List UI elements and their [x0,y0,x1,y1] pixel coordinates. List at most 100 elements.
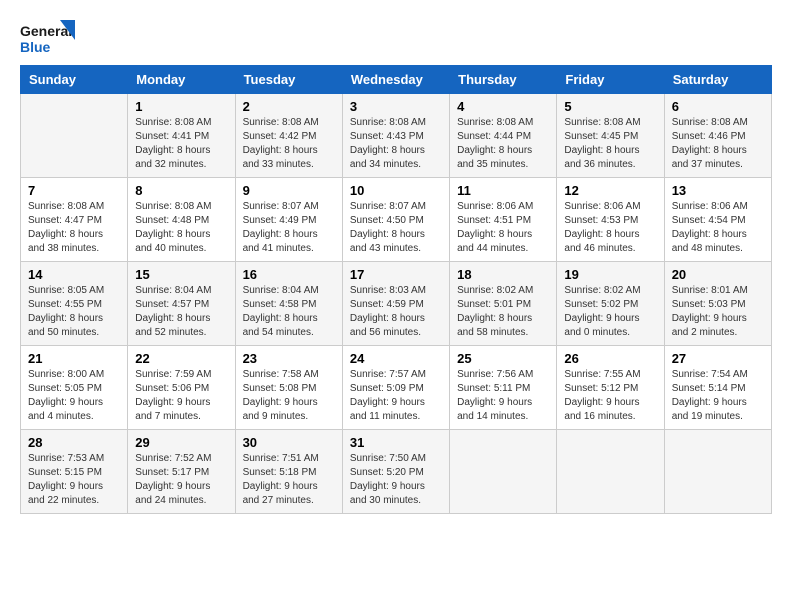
week-row-2: 7 Sunrise: 8:08 AM Sunset: 4:47 PM Daylig… [21,178,772,262]
day-number: 10 [350,183,442,198]
weekday-header-row: SundayMondayTuesdayWednesdayThursdayFrid… [21,66,772,94]
week-row-3: 14 Sunrise: 8:05 AM Sunset: 4:55 PM Dayli… [21,262,772,346]
day-info: Sunrise: 8:02 AM Sunset: 5:01 PM Dayligh… [457,284,549,340]
day-number: 24 [350,351,442,366]
day-info: Sunrise: 7:56 AM Sunset: 5:11 PM Dayligh… [457,368,549,424]
day-number: 16 [243,267,335,282]
day-info: Sunrise: 8:08 AM Sunset: 4:46 PM Dayligh… [672,116,764,172]
day-cell: 21 Sunrise: 8:00 AM Sunset: 5:05 PM Dayli… [21,346,128,430]
day-info: Sunrise: 8:04 AM Sunset: 4:57 PM Dayligh… [135,284,227,340]
day-number: 14 [28,267,120,282]
day-number: 6 [672,99,764,114]
day-number: 26 [564,351,656,366]
day-cell: 27 Sunrise: 7:54 AM Sunset: 5:14 PM Dayli… [664,346,771,430]
day-cell: 14 Sunrise: 8:05 AM Sunset: 4:55 PM Dayli… [21,262,128,346]
day-cell: 26 Sunrise: 7:55 AM Sunset: 5:12 PM Dayli… [557,346,664,430]
day-number: 17 [350,267,442,282]
day-number: 13 [672,183,764,198]
day-cell [664,430,771,514]
day-cell: 25 Sunrise: 7:56 AM Sunset: 5:11 PM Dayli… [450,346,557,430]
day-cell: 29 Sunrise: 7:52 AM Sunset: 5:17 PM Dayli… [128,430,235,514]
day-info: Sunrise: 8:08 AM Sunset: 4:43 PM Dayligh… [350,116,442,172]
day-cell: 15 Sunrise: 8:04 AM Sunset: 4:57 PM Dayli… [128,262,235,346]
day-number: 15 [135,267,227,282]
svg-text:Blue: Blue [20,39,51,55]
day-cell: 8 Sunrise: 8:08 AM Sunset: 4:48 PM Daylig… [128,178,235,262]
day-cell: 7 Sunrise: 8:08 AM Sunset: 4:47 PM Daylig… [21,178,128,262]
logo: GeneralBlue [20,20,75,55]
day-info: Sunrise: 8:00 AM Sunset: 5:05 PM Dayligh… [28,368,120,424]
day-number: 11 [457,183,549,198]
weekday-header-monday: Monday [128,66,235,94]
weekday-header-wednesday: Wednesday [342,66,449,94]
day-cell: 3 Sunrise: 8:08 AM Sunset: 4:43 PM Daylig… [342,94,449,178]
calendar-table: SundayMondayTuesdayWednesdayThursdayFrid… [20,65,772,514]
day-cell: 17 Sunrise: 8:03 AM Sunset: 4:59 PM Dayli… [342,262,449,346]
day-info: Sunrise: 7:55 AM Sunset: 5:12 PM Dayligh… [564,368,656,424]
day-cell: 30 Sunrise: 7:51 AM Sunset: 5:18 PM Dayli… [235,430,342,514]
day-cell [557,430,664,514]
weekday-header-sunday: Sunday [21,66,128,94]
day-cell [21,94,128,178]
day-info: Sunrise: 8:08 AM Sunset: 4:47 PM Dayligh… [28,200,120,256]
day-info: Sunrise: 8:05 AM Sunset: 4:55 PM Dayligh… [28,284,120,340]
day-cell: 23Sunrise: 7:58 AM Sunset: 5:08 PM Dayli… [235,346,342,430]
day-info: Sunrise: 8:02 AM Sunset: 5:02 PM Dayligh… [564,284,656,340]
weekday-header-tuesday: Tuesday [235,66,342,94]
day-cell: 28 Sunrise: 7:53 AM Sunset: 5:15 PM Dayli… [21,430,128,514]
day-info: Sunrise: 7:50 AM Sunset: 5:20 PM Dayligh… [350,452,442,508]
day-number: 30 [243,435,335,450]
day-info: Sunrise: 7:51 AM Sunset: 5:18 PM Dayligh… [243,452,335,508]
day-info: Sunrise: 7:57 AM Sunset: 5:09 PM Dayligh… [350,368,442,424]
weekday-header-friday: Friday [557,66,664,94]
day-number: 18 [457,267,549,282]
day-info: Sunrise: 8:06 AM Sunset: 4:53 PM Dayligh… [564,200,656,256]
week-row-5: 28 Sunrise: 7:53 AM Sunset: 5:15 PM Dayli… [21,430,772,514]
day-info: Sunrise: 7:53 AM Sunset: 5:15 PM Dayligh… [28,452,120,508]
day-number: 27 [672,351,764,366]
day-info: Sunrise: 8:01 AM Sunset: 5:03 PM Dayligh… [672,284,764,340]
day-number: 29 [135,435,227,450]
day-number: 21 [28,351,120,366]
day-cell: 13Sunrise: 8:06 AM Sunset: 4:54 PM Dayli… [664,178,771,262]
day-cell: 4Sunrise: 8:08 AM Sunset: 4:44 PM Daylig… [450,94,557,178]
day-cell: 31Sunrise: 7:50 AM Sunset: 5:20 PM Dayli… [342,430,449,514]
weekday-header-thursday: Thursday [450,66,557,94]
day-info: Sunrise: 8:08 AM Sunset: 4:41 PM Dayligh… [135,116,227,172]
day-number: 20 [672,267,764,282]
day-number: 3 [350,99,442,114]
day-number: 28 [28,435,120,450]
day-cell: 5Sunrise: 8:08 AM Sunset: 4:45 PM Daylig… [557,94,664,178]
day-number: 25 [457,351,549,366]
day-cell: 24 Sunrise: 7:57 AM Sunset: 5:09 PM Dayli… [342,346,449,430]
day-number: 5 [564,99,656,114]
day-info: Sunrise: 8:06 AM Sunset: 4:51 PM Dayligh… [457,200,549,256]
day-number: 1 [135,99,227,114]
day-cell: 1 Sunrise: 8:08 AM Sunset: 4:41 PM Daylig… [128,94,235,178]
day-number: 7 [28,183,120,198]
day-cell: 22Sunrise: 7:59 AM Sunset: 5:06 PM Dayli… [128,346,235,430]
day-info: Sunrise: 8:07 AM Sunset: 4:50 PM Dayligh… [350,200,442,256]
day-cell: 11 Sunrise: 8:06 AM Sunset: 4:51 PM Dayli… [450,178,557,262]
logo-svg: GeneralBlue [20,20,75,55]
week-row-4: 21 Sunrise: 8:00 AM Sunset: 5:05 PM Dayli… [21,346,772,430]
day-info: Sunrise: 7:54 AM Sunset: 5:14 PM Dayligh… [672,368,764,424]
day-cell: 10 Sunrise: 8:07 AM Sunset: 4:50 PM Dayli… [342,178,449,262]
day-cell [450,430,557,514]
day-cell: 18 Sunrise: 8:02 AM Sunset: 5:01 PM Dayli… [450,262,557,346]
day-number: 8 [135,183,227,198]
day-info: Sunrise: 7:52 AM Sunset: 5:17 PM Dayligh… [135,452,227,508]
day-number: 22 [135,351,227,366]
day-info: Sunrise: 8:04 AM Sunset: 4:58 PM Dayligh… [243,284,335,340]
day-cell: 12Sunrise: 8:06 AM Sunset: 4:53 PM Dayli… [557,178,664,262]
day-info: Sunrise: 7:58 AM Sunset: 5:08 PM Dayligh… [243,368,335,424]
day-cell: 6 Sunrise: 8:08 AM Sunset: 4:46 PM Daylig… [664,94,771,178]
page-header: GeneralBlue [20,20,772,55]
day-info: Sunrise: 8:08 AM Sunset: 4:44 PM Dayligh… [457,116,549,172]
day-number: 19 [564,267,656,282]
day-info: Sunrise: 8:03 AM Sunset: 4:59 PM Dayligh… [350,284,442,340]
day-cell: 2Sunrise: 8:08 AM Sunset: 4:42 PM Daylig… [235,94,342,178]
day-info: Sunrise: 8:08 AM Sunset: 4:48 PM Dayligh… [135,200,227,256]
day-info: Sunrise: 8:08 AM Sunset: 4:42 PM Dayligh… [243,116,335,172]
day-cell: 16 Sunrise: 8:04 AM Sunset: 4:58 PM Dayli… [235,262,342,346]
